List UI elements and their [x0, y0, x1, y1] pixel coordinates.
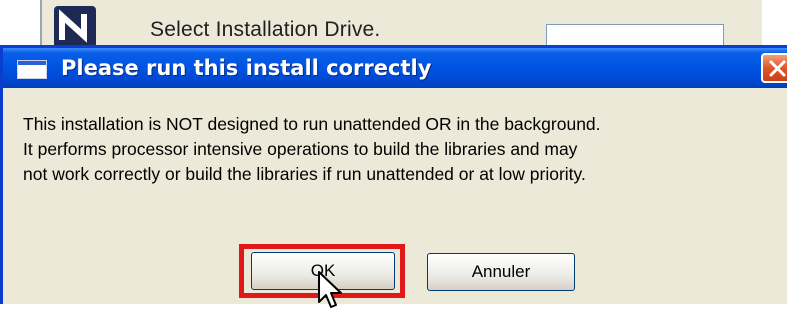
n-logo-icon [54, 6, 96, 48]
mouse-pointer-icon [318, 271, 342, 308]
close-button[interactable] [761, 53, 787, 83]
close-icon [769, 60, 786, 77]
message-line: not work correctly or build the librarie… [23, 164, 586, 184]
dialog-message: This installation is NOT designed to run… [23, 112, 783, 187]
warning-dialog: Please run this install correctly This i… [0, 45, 787, 308]
dialog-title: Please run this install correctly [61, 56, 432, 80]
cancel-button[interactable]: Annuler [427, 253, 575, 291]
dialog-titlebar[interactable]: Please run this install correctly [3, 48, 787, 88]
message-line: It performs processor intensive operatio… [23, 139, 578, 159]
window-icon [17, 60, 47, 79]
message-line: This installation is NOT designed to run… [23, 114, 601, 134]
select-drive-prompt: Select Installation Drive. [150, 18, 381, 41]
